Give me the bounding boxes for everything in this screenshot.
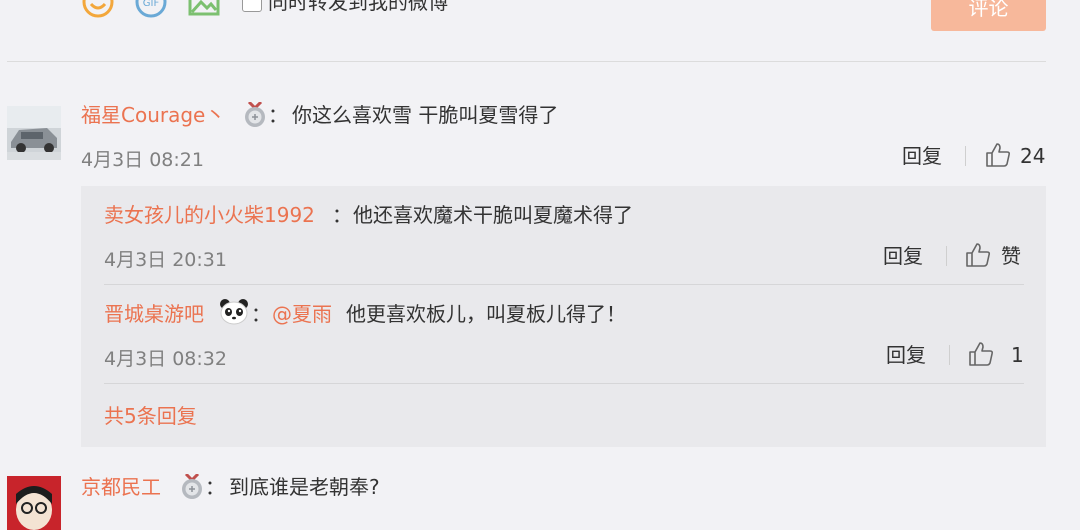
comment-text: 你这么喜欢雪 干脆叫夏雪得了 xyxy=(292,103,559,127)
comment-submit-button[interactable]: 评论 xyxy=(931,0,1046,31)
action-separator xyxy=(946,246,947,266)
reply-text: 他还喜欢魔术干脆叫夏魔术得了 xyxy=(353,203,633,227)
reply-username[interactable]: 卖女孩儿的小火柴1992 xyxy=(104,203,315,227)
colon: ： xyxy=(332,203,352,227)
colon: ： xyxy=(205,475,225,499)
action-separator xyxy=(949,345,950,365)
reply-button[interactable]: 回复 xyxy=(886,343,926,367)
comment-username[interactable]: 京都民工 xyxy=(81,475,161,499)
comment-timestamp: 4月3日 08:21 xyxy=(81,149,204,171)
more-replies-link[interactable]: 共5条回复 xyxy=(104,404,197,428)
svg-text:GIF: GIF xyxy=(143,0,160,9)
divider xyxy=(7,61,1046,62)
reply-button[interactable]: 回复 xyxy=(902,144,942,168)
image-icon[interactable] xyxy=(188,0,220,18)
reply-button[interactable]: 回复 xyxy=(883,244,923,268)
emoji-icon[interactable] xyxy=(82,0,114,18)
colon: ： xyxy=(268,103,288,127)
medal-icon xyxy=(243,100,267,132)
mention-link[interactable]: @夏雨 xyxy=(272,302,332,326)
reply-divider xyxy=(104,284,1024,285)
forward-label: 同时转发到我的微博 xyxy=(268,0,448,14)
reply-timestamp: 4月3日 20:31 xyxy=(104,249,227,271)
avatar[interactable] xyxy=(7,106,61,160)
like-icon[interactable] xyxy=(965,242,991,268)
reply-timestamp: 4月3日 08:32 xyxy=(104,348,227,370)
reply-username[interactable]: 晋城桌游吧 xyxy=(104,302,204,326)
like-icon[interactable] xyxy=(985,142,1011,168)
panda-icon xyxy=(219,298,249,330)
gif-icon[interactable]: GIF xyxy=(135,0,167,18)
like-icon[interactable] xyxy=(968,341,994,367)
medal-icon xyxy=(180,472,204,504)
comment-username[interactable]: 福星Courage丶 xyxy=(81,103,225,127)
like-count: 1 xyxy=(1011,343,1024,367)
avatar[interactable] xyxy=(7,476,61,530)
action-separator xyxy=(965,146,966,166)
reply-text: 他更喜欢板儿，叫夏板儿得了！ xyxy=(346,302,626,326)
like-label[interactable]: 赞 xyxy=(1001,244,1021,268)
colon: ： xyxy=(251,302,271,326)
reply-divider xyxy=(104,383,1024,384)
like-count: 24 xyxy=(1020,144,1046,168)
forward-checkbox[interactable] xyxy=(242,0,262,12)
comment-text: 到底谁是老朝奉? xyxy=(229,475,380,499)
